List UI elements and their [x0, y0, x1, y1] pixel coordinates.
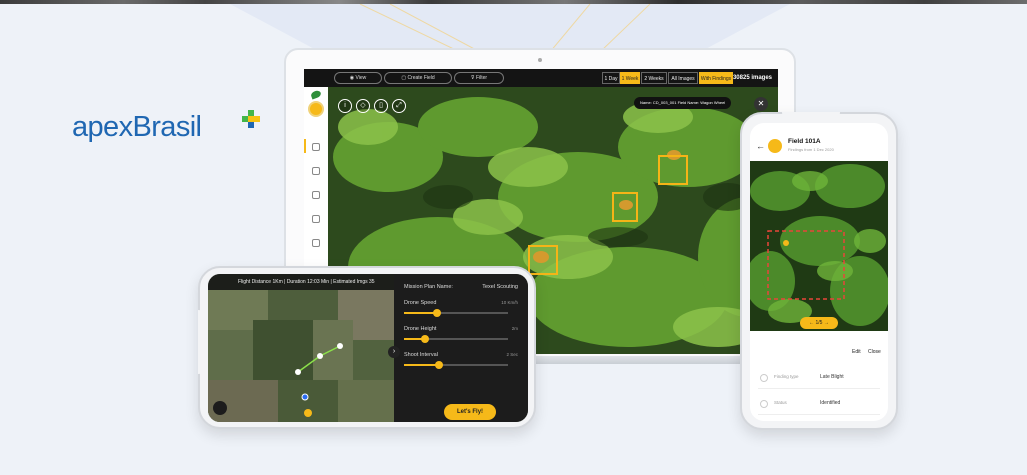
finding-type-icon: [760, 374, 768, 382]
finding-box[interactable]: [528, 245, 558, 275]
mission-plan-screen: Flight Distance 1Km | Duration 12:03 Min…: [208, 274, 528, 422]
finding-type-row: Finding type Late Blight: [750, 369, 888, 389]
drone-speed-slider[interactable]: [404, 309, 508, 317]
layers-icon[interactable]: [312, 239, 320, 247]
drone-icon[interactable]: [312, 191, 320, 199]
background-ray-fan: [230, 4, 790, 52]
finding-detail-screen: ← Field 101A Findings from 1 Dec 2020 ← …: [750, 123, 888, 421]
filter-button[interactable]: ⊽ Filter: [454, 72, 504, 84]
shoot-interval-value: 2 Sec: [506, 352, 518, 357]
range-with-findings[interactable]: With Findings: [699, 72, 733, 84]
drone-speed-row: Drone Speed 10 Km/h: [404, 300, 518, 306]
home-icon[interactable]: [312, 143, 320, 151]
view-button[interactable]: ◉ View: [334, 72, 382, 84]
drone-height-row: Drone Height 2m: [404, 326, 518, 332]
fullscreen-icon[interactable]: ⤢: [392, 99, 406, 113]
apexbrasil-logo: apexBrasil: [72, 110, 260, 144]
mission-name-label: Mission Plan Name:: [404, 284, 453, 290]
mission-panel: Mission Plan Name: Texel Scouting Drone …: [394, 274, 528, 422]
field-avatar: [768, 139, 782, 153]
back-arrow-icon[interactable]: ←: [756, 141, 765, 151]
image-count: 30825 images: [732, 75, 772, 81]
shoot-interval-slider[interactable]: [404, 361, 508, 369]
bookmark-icon[interactable]: ▯: [374, 99, 388, 113]
status-label: Status: [774, 400, 787, 405]
app-logo-icon: [310, 89, 322, 100]
flight-stats-bar: Flight Distance 1Km | Duration 12:03 Min…: [208, 274, 394, 290]
edit-button[interactable]: Edit: [852, 349, 861, 355]
drone-height-label: Drone Height: [404, 326, 437, 332]
sidebar-active-indicator: [304, 139, 306, 153]
phone-landscape-mockup: Flight Distance 1Km | Duration 12:03 Min…: [198, 266, 536, 429]
field-subtitle: Findings from 1 Dec 2020: [788, 147, 834, 152]
reports-icon[interactable]: [312, 215, 320, 223]
tag-icon[interactable]: ◇: [356, 99, 370, 113]
image-info-pill: Name: CD_003_001 Field Name: Wagon Wheel: [634, 97, 732, 109]
brand-plus-icon: [242, 110, 260, 128]
phone-notch: [782, 112, 840, 120]
arrow-left-icon[interactable]: ←: [809, 320, 814, 326]
drone-speed-value: 10 Km/h: [501, 300, 518, 305]
finding-box[interactable]: [658, 155, 688, 185]
chevron-right-icon[interactable]: ›: [388, 346, 400, 358]
range-2-weeks[interactable]: 2 Weeks: [641, 72, 667, 84]
range-1-week[interactable]: 1 Week: [620, 72, 640, 84]
info-icon[interactable]: i: [338, 99, 352, 113]
drone-height-slider[interactable]: [404, 335, 508, 343]
shoot-interval-label: Shoot Interval: [404, 352, 438, 358]
drone-speed-label: Drone Speed: [404, 300, 437, 306]
laptop-toolbar: ◉ View ▢ Create Field ⊽ Filter 1 Day 1 W…: [304, 69, 778, 87]
close-button[interactable]: Close: [868, 349, 881, 355]
finding-header: ← Field 101A Findings from 1 Dec 2020: [750, 131, 888, 161]
create-field-button[interactable]: ▢ Create Field: [384, 72, 452, 84]
mission-name-value[interactable]: Texel Scouting: [482, 284, 518, 290]
range-1-day[interactable]: 1 Day: [602, 72, 620, 84]
drone-height-value: 2m: [511, 326, 518, 331]
brand-wordmark: apexBrasil: [72, 111, 202, 143]
status-icon: [760, 400, 768, 408]
status-row: Status Identified: [750, 395, 888, 415]
finding-type-label: Finding type: [774, 374, 799, 379]
laptop-camera: [538, 58, 542, 62]
user-avatar[interactable]: [308, 101, 324, 117]
satellite-map: [208, 290, 394, 422]
range-all-images[interactable]: All Images: [668, 72, 698, 84]
mission-name-row: Mission Plan Name: Texel Scouting: [404, 284, 518, 290]
fields-icon[interactable]: [312, 167, 320, 175]
arrow-right-icon[interactable]: →: [824, 320, 829, 326]
lets-fly-button[interactable]: Let's Fly!: [444, 404, 496, 420]
pager-count: 1/5: [815, 320, 823, 326]
finding-type-value: Late Blight: [820, 374, 844, 380]
field-title: Field 101A: [788, 138, 821, 145]
phone-portrait-mockup: ← Field 101A Findings from 1 Dec 2020 ← …: [740, 112, 898, 430]
shoot-interval-row: Shoot Interval 2 Sec: [404, 352, 518, 358]
status-value: Identified: [820, 400, 841, 406]
finding-box[interactable]: [612, 192, 638, 222]
phone-notch: [198, 310, 206, 374]
finding-pager[interactable]: ← 1/5 →: [800, 317, 838, 329]
finding-image: [750, 161, 888, 331]
close-icon[interactable]: ✕: [754, 97, 768, 111]
